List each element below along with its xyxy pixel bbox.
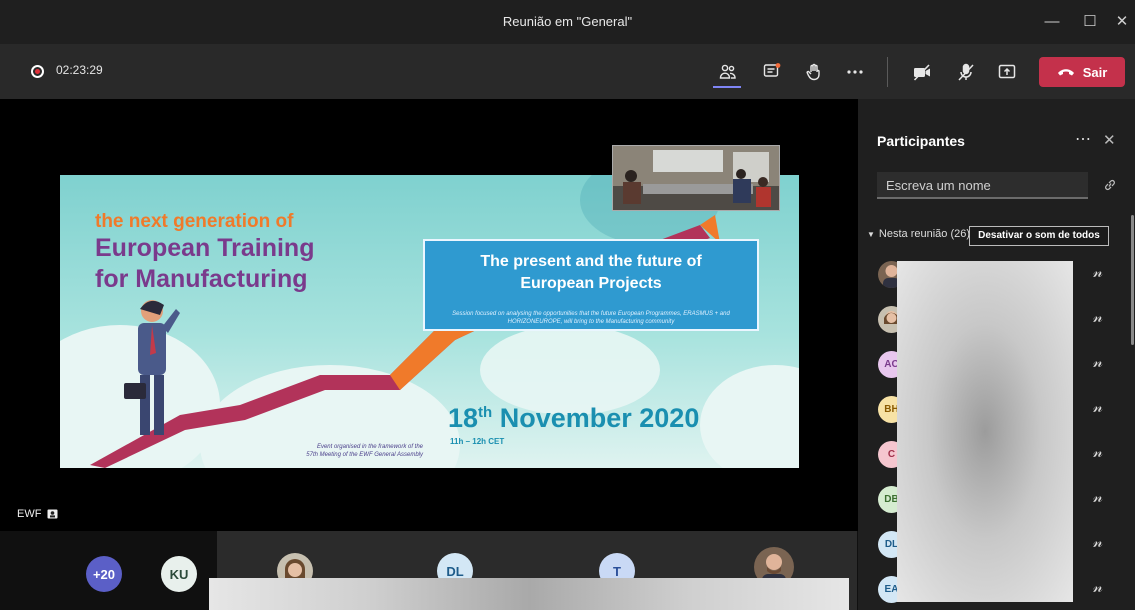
- chat-button[interactable]: [759, 59, 785, 85]
- camera-off-icon: [913, 64, 930, 81]
- camera-toggle-button[interactable]: [909, 59, 935, 85]
- presenter-name: EWF: [17, 508, 42, 520]
- presenter-label: EWF: [17, 508, 58, 520]
- share-icon: [998, 64, 1016, 79]
- redacted-names-overlay: [897, 261, 1073, 602]
- raise-hand-button[interactable]: [801, 59, 827, 85]
- redacted-tile-names-overlay: [209, 578, 849, 610]
- share-screen-button[interactable]: [994, 59, 1020, 85]
- window-titlebar: Reunião em "General" — ☐ ✕: [0, 0, 1135, 44]
- slide-event-note: Event organised in the framework of the …: [213, 443, 423, 459]
- minimize-button[interactable]: —: [1032, 0, 1072, 44]
- more-actions-button[interactable]: [842, 59, 868, 85]
- slide-date-suffix: th: [478, 404, 493, 421]
- presenting-icon: [47, 509, 58, 519]
- share-invite-button[interactable]: [1103, 178, 1117, 197]
- microphone-off-icon: 𝓃: [1093, 309, 1103, 326]
- chevron-down-icon: ▼: [867, 229, 875, 239]
- slide-box-subtitle: Session focused on analysing the opportu…: [452, 311, 730, 325]
- room-camera-feed[interactable]: [612, 145, 780, 211]
- slide-session-box: The present and the future of European P…: [423, 239, 759, 331]
- panel-more-options-button[interactable]: ⋯: [1075, 129, 1091, 149]
- microphone-off-icon: [958, 63, 974, 81]
- microphone-off-icon: 𝓃: [1093, 579, 1103, 596]
- participant-tile-avatar[interactable]: KU: [161, 556, 197, 592]
- leave-meeting-button[interactable]: Sair: [1039, 57, 1125, 87]
- participant-search-input[interactable]: Escreva um nome: [877, 172, 1088, 199]
- microphone-off-icon: 𝓃: [1093, 444, 1103, 461]
- more-icon: [847, 70, 863, 74]
- meeting-controls-bar: 02:23:29 Sair: [0, 44, 1135, 99]
- slide-headline-small: the next generation of: [95, 211, 294, 232]
- hang-up-icon: [1057, 69, 1074, 76]
- presentation-slide: the next generation of European Training…: [60, 175, 799, 468]
- microphone-off-icon: 𝓃: [1093, 264, 1103, 281]
- panel-title: Participantes: [877, 133, 965, 149]
- microphone-off-icon: 𝓃: [1093, 534, 1103, 551]
- overflow-participants-badge[interactable]: +20: [86, 556, 122, 592]
- slide-headline-line2: for Manufacturing: [95, 265, 308, 293]
- link-icon: [1105, 179, 1115, 191]
- slide-event-line2: 57th Meeting of the EWF General Assembly: [306, 452, 423, 458]
- slide-hours: 11h – 12h CET: [450, 437, 505, 446]
- active-tab-indicator: [713, 86, 741, 88]
- participants-toggle-button[interactable]: [715, 59, 741, 85]
- slide-headline-line1: European Training: [95, 234, 315, 262]
- window-title: Reunião em "General": [502, 14, 633, 29]
- room-video-image: [613, 146, 779, 210]
- slide-box-title: The present and the future of European P…: [425, 251, 757, 295]
- leave-label: Sair: [1082, 64, 1108, 80]
- hand-icon: [806, 63, 820, 81]
- close-window-button[interactable]: ✕: [1102, 0, 1135, 44]
- in-meeting-section-toggle[interactable]: ▼ Nesta reunião (26): [867, 228, 970, 240]
- person-figure-graphic: [124, 300, 180, 435]
- slide-date-day: 18: [448, 403, 479, 433]
- panel-scrollbar[interactable]: [1131, 215, 1134, 345]
- slide-event-line1: Event organised in the framework of the: [316, 444, 423, 450]
- panel-close-button[interactable]: ✕: [1103, 131, 1116, 149]
- slide-box-title-line1: The present and the future of: [480, 253, 702, 270]
- mute-all-button[interactable]: Desativar o som de todos: [969, 226, 1109, 246]
- chat-icon: [763, 63, 781, 77]
- microphone-off-icon: 𝓃: [1093, 489, 1103, 506]
- microphone-off-icon: 𝓃: [1093, 354, 1103, 371]
- slide-box-title-line2: European Projects: [520, 275, 662, 292]
- slide-date-rest: November 2020: [492, 403, 700, 433]
- recording-timer: 02:23:29: [56, 63, 103, 77]
- microphone-toggle-button[interactable]: [953, 59, 979, 85]
- slide-date: 18th November 2020: [448, 403, 699, 434]
- section-label: Nesta reunião (26): [878, 228, 971, 240]
- recording-icon: [31, 65, 44, 78]
- microphone-off-icon: 𝓃: [1093, 399, 1103, 416]
- slide-headline: European Training for Manufacturing: [95, 233, 314, 295]
- toolbar-divider: [887, 57, 888, 87]
- people-icon: [719, 64, 736, 79]
